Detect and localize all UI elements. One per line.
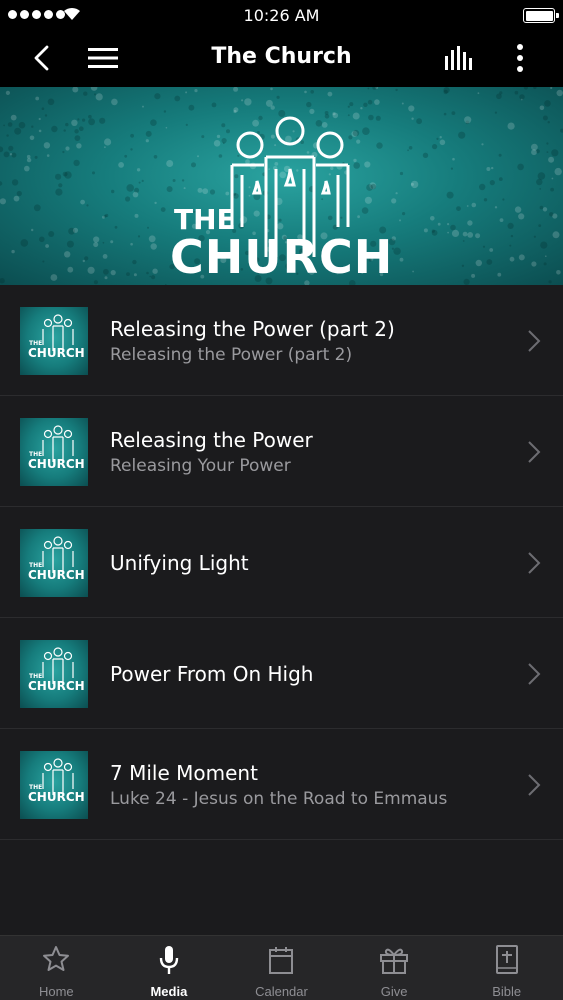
logo-text-church: CHURCH xyxy=(170,230,393,277)
svg-text:CHURCH: CHURCH xyxy=(28,346,85,360)
chevron-right-icon xyxy=(528,330,541,352)
thumbnail-logo: THECHURCH xyxy=(28,425,85,471)
bible-icon xyxy=(495,945,518,974)
svg-text:CHURCH: CHURCH xyxy=(28,679,85,693)
chevron-right-icon xyxy=(528,441,541,463)
item-title: Power From On High xyxy=(110,661,314,686)
tab-label: Home xyxy=(38,984,74,999)
series-thumbnail: THE CHURCH xyxy=(20,640,88,708)
tab-bible[interactable]: Bible xyxy=(450,936,563,1000)
list-item[interactable]: THE CHURCH Unifying Light xyxy=(0,507,563,618)
item-subtitle: Luke 24 - Jesus on the Road to Emmaus xyxy=(110,788,448,809)
list-item[interactable]: THE CHURCH 7 Mile Moment Luke 24 - Jesus … xyxy=(0,729,563,840)
tab-media[interactable]: Media xyxy=(113,936,226,1000)
audio-levels-icon xyxy=(445,46,472,70)
chevron-right-icon xyxy=(528,774,541,796)
thumbnail-logo: THECHURCH xyxy=(28,536,85,582)
series-thumbnail: THE CHURCH xyxy=(20,529,88,597)
svg-text:CHURCH: CHURCH xyxy=(28,790,85,804)
tab-bar: Home Media Calendar Give Bible xyxy=(0,935,563,1000)
calendar-icon xyxy=(269,947,294,974)
the-church-logo: THE CHURCH xyxy=(170,116,393,277)
tab-home[interactable]: Home xyxy=(0,936,113,1000)
more-options-button[interactable] xyxy=(502,38,538,78)
svg-text:CHURCH: CHURCH xyxy=(28,568,85,582)
status-bar: 10:26 AM xyxy=(0,0,563,30)
item-subtitle: Releasing Your Power xyxy=(110,455,291,476)
thumbnail-logo: THECHURCH xyxy=(28,647,85,693)
item-title: Releasing the Power xyxy=(110,427,313,452)
tab-label: Media xyxy=(150,984,188,999)
tab-label: Calendar xyxy=(255,984,308,999)
media-list: THE CHURCH Releasing the Power (part 2) R… xyxy=(0,285,563,935)
chevron-right-icon xyxy=(528,663,541,685)
list-item[interactable]: THE CHURCH Releasing the Power Releasing … xyxy=(0,396,563,507)
tab-give[interactable]: Give xyxy=(338,936,451,1000)
item-subtitle: Releasing the Power (part 2) xyxy=(110,344,353,365)
tab-label: Bible xyxy=(492,984,522,999)
thumbnail-logo: THECHURCH xyxy=(28,314,85,360)
tab-calendar[interactable]: Calendar xyxy=(225,936,338,1000)
svg-text:CHURCH: CHURCH xyxy=(28,457,85,471)
item-title: 7 Mile Moment xyxy=(110,760,258,785)
series-thumbnail: THE CHURCH xyxy=(20,307,88,375)
item-title: Unifying Light xyxy=(110,550,249,575)
list-item[interactable]: THE CHURCH Power From On High xyxy=(0,618,563,729)
battery-icon xyxy=(523,8,559,23)
series-thumbnail: THE CHURCH xyxy=(20,418,88,486)
star-icon xyxy=(43,946,70,971)
chevron-right-icon xyxy=(528,552,541,574)
status-time: 10:26 AM xyxy=(243,6,320,25)
gift-icon xyxy=(380,948,409,974)
series-banner: THE CHURCH xyxy=(0,87,563,285)
microphone-icon xyxy=(159,946,179,974)
item-title: Releasing the Power (part 2) xyxy=(110,316,395,341)
list-item[interactable]: THE CHURCH Releasing the Power (part 2) R… xyxy=(0,285,563,396)
audio-levels-button[interactable] xyxy=(440,38,480,78)
more-vertical-icon xyxy=(517,44,523,72)
series-thumbnail: THE CHURCH xyxy=(20,751,88,819)
tab-label: Give xyxy=(380,984,408,999)
nav-bar: The Church xyxy=(0,30,563,87)
thumbnail-logo: THECHURCH xyxy=(28,758,85,804)
